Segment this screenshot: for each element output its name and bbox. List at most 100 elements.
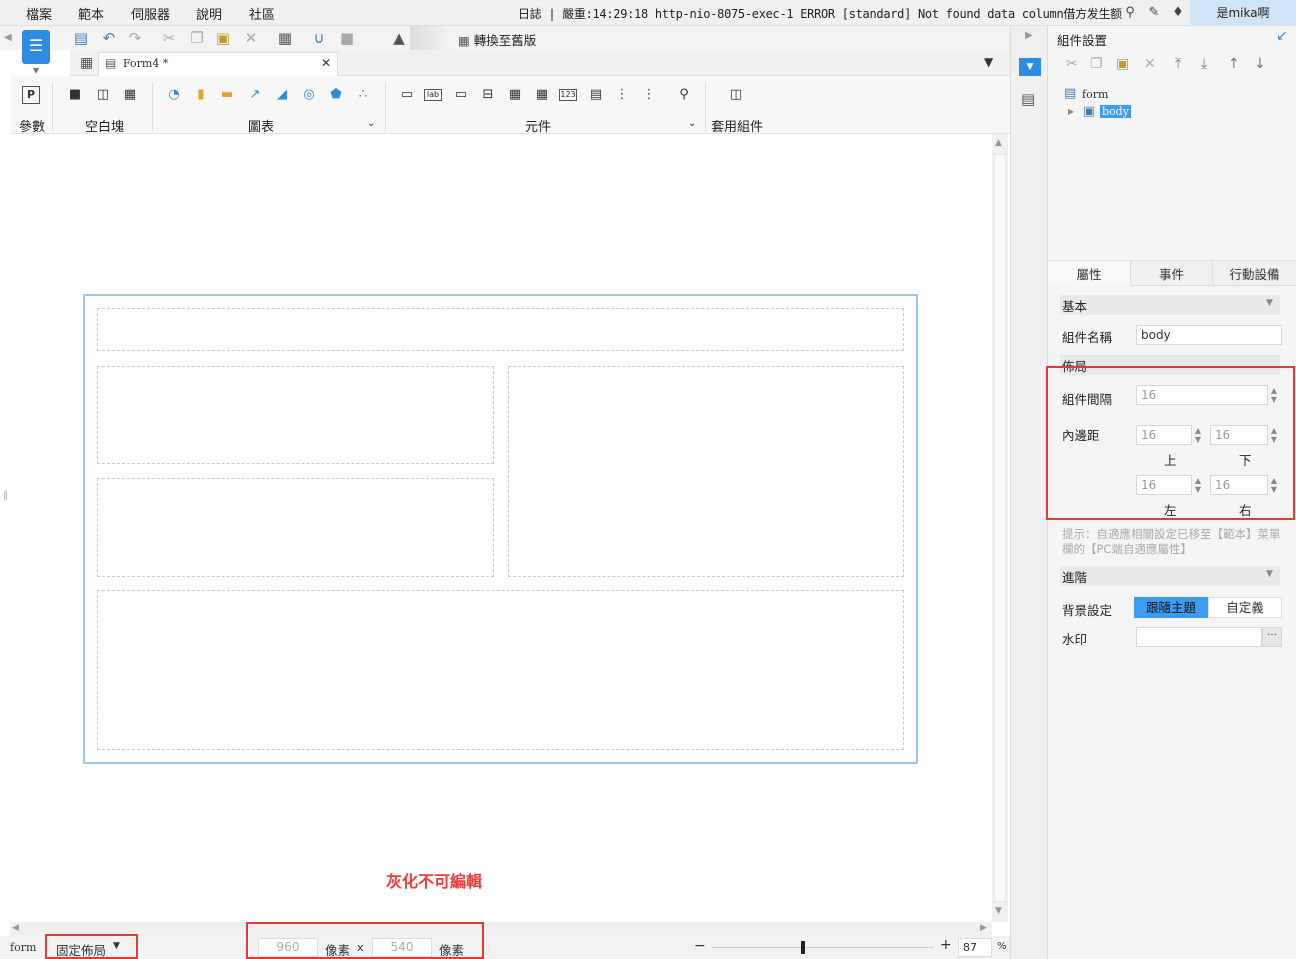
move-down-icon[interactable]: ↓ <box>1254 56 1266 72</box>
user-name[interactable]: 是mika啊 <box>1190 0 1296 26</box>
move-top-icon[interactable]: ⤒ <box>1175 56 1181 72</box>
layout-block[interactable] <box>97 366 494 464</box>
scroll-left-icon[interactable]: ◀ <box>12 923 19 933</box>
expand-icon[interactable]: ▶ <box>1025 30 1033 41</box>
search-widget-icon[interactable]: ⚲ <box>675 86 693 104</box>
layout-block[interactable] <box>97 590 904 750</box>
combo-widget-icon[interactable]: ⊟ <box>479 86 497 104</box>
plugin-icon[interactable]: ∪ <box>310 29 328 47</box>
cut-icon[interactable]: ✂ <box>160 29 178 47</box>
tab-menu-icon[interactable]: ▼ <box>984 55 993 69</box>
tab-events[interactable]: 事件 <box>1130 261 1212 286</box>
grid-icon[interactable]: ■ <box>338 29 356 47</box>
width-input[interactable]: 960 <box>258 938 318 957</box>
tree-body[interactable]: body <box>1100 105 1131 118</box>
bg-custom-button[interactable]: 自定義 <box>1208 597 1282 618</box>
collapse-left-icon[interactable]: ◀ <box>4 32 12 43</box>
layout-select[interactable]: 固定佈局 <box>56 940 106 959</box>
undo-icon[interactable]: ↶ <box>100 29 118 47</box>
search-icon[interactable]: ⚲ <box>1122 5 1138 21</box>
pie-chart-icon[interactable]: ◔ <box>165 86 183 104</box>
zoom-slider-thumb[interactable] <box>801 941 805 954</box>
chart-dropdown-icon[interactable]: ⌄ <box>367 118 375 129</box>
label-widget-icon[interactable]: lab <box>424 89 442 101</box>
zoom-out-icon[interactable]: − <box>694 938 706 954</box>
menu-community[interactable]: 社區 <box>249 4 275 23</box>
log-message[interactable]: 日誌 | 嚴重:14:29:18 http-nio-8075-exec-1 ER… <box>518 5 1122 22</box>
convert-button[interactable]: ▦ 轉換至舊版 <box>458 30 536 49</box>
watermark-more-button[interactable]: ··· <box>1262 627 1282 647</box>
area-chart-icon[interactable]: ◢ <box>273 86 291 104</box>
layout-tab-icon[interactable]: ▤ <box>1021 90 1035 108</box>
tab-grid-icon[interactable]: ▦ <box>80 55 93 71</box>
bell-icon[interactable]: ♦ <box>1170 5 1186 21</box>
block-icon[interactable]: ■ <box>66 86 84 104</box>
gap-stepper-icon[interactable]: ▲ ▼ <box>1268 386 1280 404</box>
tab-properties[interactable]: 屬性 <box>1048 261 1130 286</box>
component-name-input[interactable]: body <box>1136 325 1282 345</box>
zoom-slider-track[interactable] <box>712 947 934 948</box>
height-input[interactable]: 540 <box>372 938 432 957</box>
padding-left-stepper-icon[interactable]: ▲ ▼ <box>1192 476 1204 494</box>
pin-icon[interactable]: ↙ <box>1276 28 1288 44</box>
padding-top-input[interactable]: 16 <box>1136 425 1192 445</box>
bar-chart-icon[interactable]: ▮ <box>192 86 210 104</box>
menu-template[interactable]: 範本 <box>78 4 104 23</box>
textbox-widget-icon[interactable]: ▭ <box>452 86 470 104</box>
paste-icon[interactable]: ▣ <box>214 29 232 47</box>
logo-dropdown-icon[interactable]: ▼ <box>33 66 39 75</box>
bg-theme-button[interactable]: 跟隨主題 <box>1134 597 1208 618</box>
date-widget-icon[interactable]: ▦ <box>506 86 524 104</box>
scroll-right-icon[interactable]: ▶ <box>980 923 987 933</box>
section-basic[interactable]: 基本 ▼ <box>1060 295 1280 315</box>
scroll-thumb[interactable] <box>994 154 1006 902</box>
app-logo-icon[interactable]: ☰ <box>22 30 50 64</box>
preview-icon[interactable]: ▦ <box>276 29 294 47</box>
copy-icon[interactable]: ❐ <box>188 29 206 47</box>
padding-right-input[interactable]: 16 <box>1210 475 1268 495</box>
table-block-icon[interactable]: ▦ <box>121 86 139 104</box>
hbar-chart-icon[interactable]: ▬ <box>218 86 236 104</box>
component-settings-tab-icon[interactable]: ▼ <box>1019 58 1041 76</box>
checkbox-group-icon[interactable]: ⋮ <box>640 86 658 104</box>
split-block-icon[interactable]: ◫ <box>94 86 112 104</box>
number-widget-icon[interactable]: 123 <box>559 89 577 101</box>
padding-right-stepper-icon[interactable]: ▲ ▼ <box>1268 476 1280 494</box>
line-chart-icon[interactable]: ↗ <box>246 86 264 104</box>
radar-chart-icon[interactable]: ⬟ <box>327 86 345 104</box>
left-splitter-icon[interactable]: ‖ <box>3 490 8 501</box>
layout-block[interactable] <box>97 478 494 577</box>
button-widget-icon[interactable]: ▭ <box>398 86 416 104</box>
move-bottom-icon[interactable]: ⤓ <box>1201 56 1207 72</box>
menu-file[interactable]: 檔案 <box>26 4 52 23</box>
vertical-scrollbar[interactable]: ▲ ▼ <box>992 134 1008 922</box>
zoom-input[interactable]: 87 <box>958 938 992 957</box>
edit-note-icon[interactable]: ✎ <box>1146 5 1162 21</box>
delete-icon[interactable]: ✕ <box>242 29 260 47</box>
close-icon[interactable]: ✕ <box>321 56 331 70</box>
watermark-input[interactable] <box>1136 627 1262 647</box>
tab-form4[interactable]: ▤ Form4 * ✕ <box>98 52 338 76</box>
gap-input[interactable]: 16 <box>1136 385 1268 405</box>
layout-block[interactable] <box>508 366 904 577</box>
tree-form[interactable]: form <box>1082 88 1108 101</box>
layout-block[interactable] <box>97 308 904 351</box>
text-area-widget-icon[interactable]: ▤ <box>587 86 605 104</box>
shirt-icon[interactable]: ▲ <box>390 29 408 47</box>
panel-copy-icon[interactable]: ❐ <box>1090 56 1103 72</box>
panel-paste-icon[interactable]: ▣ <box>1116 56 1129 72</box>
apply-component-icon[interactable]: ◫ <box>727 86 745 104</box>
padding-bottom-input[interactable]: 16 <box>1210 425 1268 445</box>
scroll-down-icon[interactable]: ▼ <box>995 906 1002 916</box>
scatter-chart-icon[interactable]: ∴ <box>354 86 372 104</box>
section-advanced[interactable]: 進階 ▼ <box>1060 566 1280 586</box>
menu-help[interactable]: 說明 <box>196 4 222 23</box>
radio-group-icon[interactable]: ⋮ <box>613 86 631 104</box>
scroll-up-icon[interactable]: ▲ <box>995 138 1002 148</box>
move-up-icon[interactable]: ↑ <box>1228 56 1240 72</box>
save-icon[interactable]: ▤ <box>72 29 90 47</box>
horizontal-scrollbar[interactable]: ◀ ▶ <box>10 922 992 936</box>
zoom-in-icon[interactable]: + <box>940 937 952 953</box>
widget-dropdown-icon[interactable]: ⌄ <box>688 118 696 129</box>
tree-expand-icon[interactable]: ▶ <box>1068 107 1074 116</box>
